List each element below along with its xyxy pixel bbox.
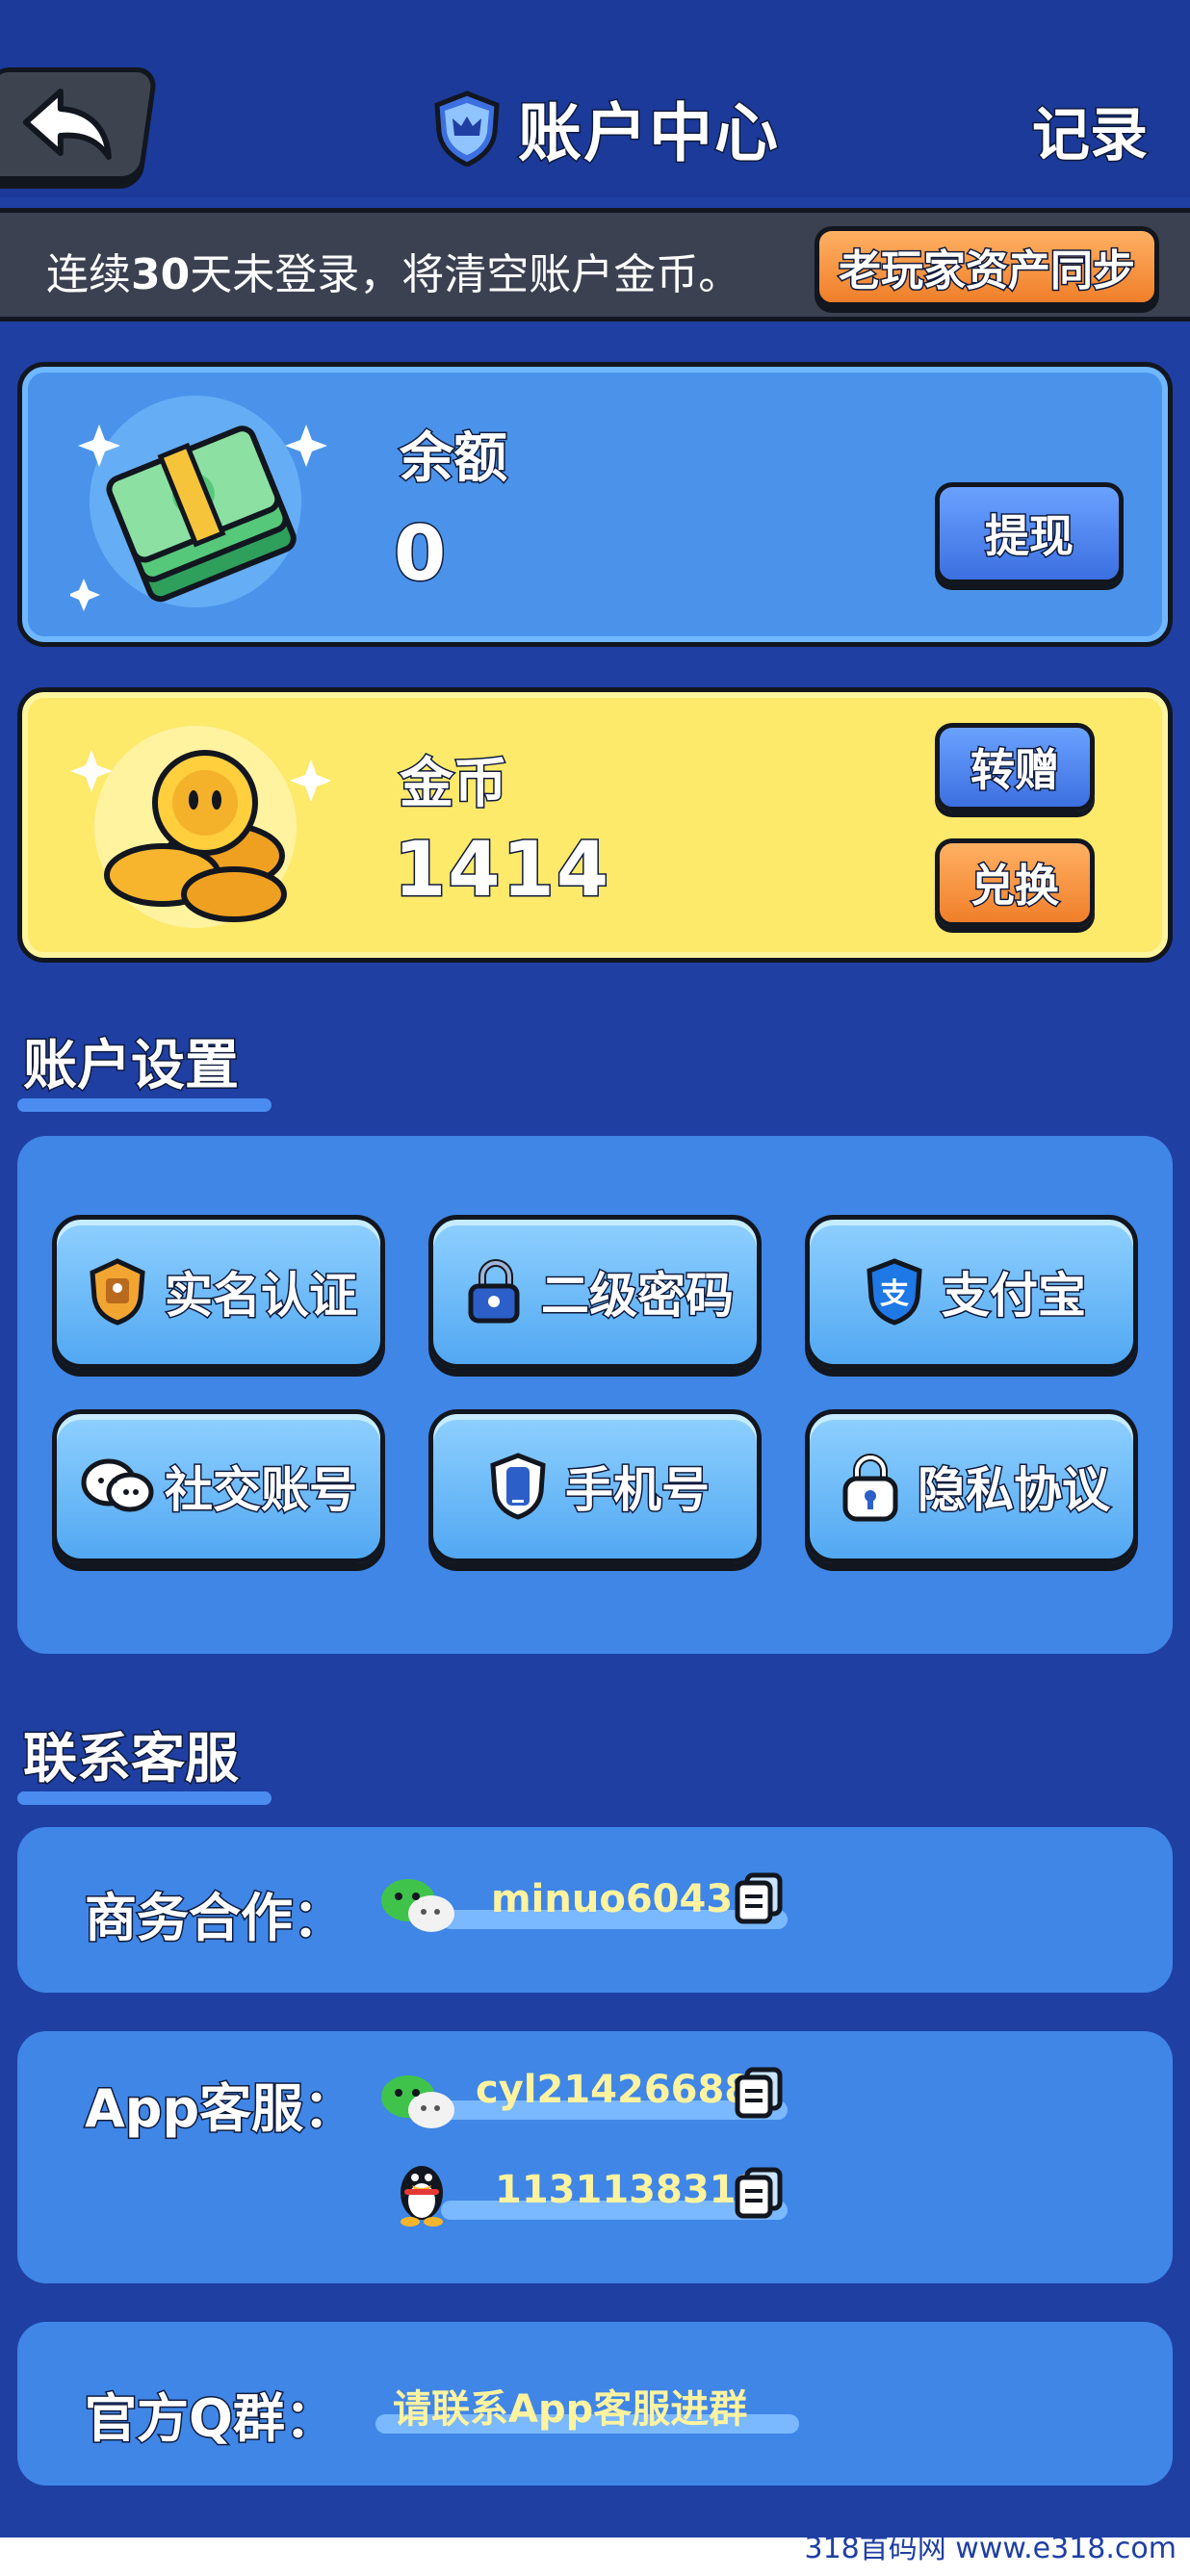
social-account-button[interactable]: 社交账号 <box>52 1409 385 1563</box>
balance-card: 余额 0 提现 <box>17 362 1173 647</box>
record-link[interactable]: 记录 <box>1031 89 1150 172</box>
official-group-label: 官方Q群： <box>84 2387 339 2451</box>
alipay-label: 支付宝 <box>941 1267 1088 1326</box>
alipay-icon: 支 <box>857 1254 932 1329</box>
back-arrow-icon <box>22 89 112 160</box>
copy-icon[interactable] <box>732 2064 788 2120</box>
notice-text: 连续30天未登录，将清空账户金币。 <box>46 240 740 301</box>
privacy-policy-button[interactable]: 隐私协议 <box>805 1409 1138 1563</box>
privacy-lock-icon <box>833 1449 908 1524</box>
app-support-label: App客服： <box>83 2077 356 2141</box>
wechat-icon <box>381 2075 454 2128</box>
notice-suffix: 天未登录，将清空账户金币。 <box>190 250 741 299</box>
notice-prefix: 连续 <box>46 250 131 299</box>
business-wechat-id[interactable]: minuo6043 <box>491 1877 733 1921</box>
business-contact-panel: 商务合作： minuo6043 <box>17 1827 1173 1993</box>
gold-coins-icon <box>70 726 330 928</box>
phone-number-button[interactable]: 手机号 <box>428 1409 762 1563</box>
heading-underline <box>17 1791 272 1805</box>
real-name-auth-label: 实名认证 <box>164 1267 359 1326</box>
balance-value: 0 <box>392 510 449 600</box>
chat-bubbles-icon <box>80 1449 155 1524</box>
back-button[interactable] <box>0 67 159 181</box>
svg-text:支: 支 <box>880 1277 909 1311</box>
title-group: 账户中心 <box>431 85 780 172</box>
coin-label: 金币 <box>399 752 509 817</box>
real-name-auth-button[interactable]: 实名认证 <box>52 1215 385 1369</box>
privacy-policy-label: 隐私协议 <box>917 1461 1112 1520</box>
top-bar: 账户中心 记录 <box>0 0 1190 197</box>
copy-icon[interactable] <box>732 2164 788 2220</box>
exchange-button[interactable]: 兑换 <box>935 838 1095 927</box>
official-group-value: 请联系App客服进群 <box>393 2387 748 2432</box>
wechat-icon <box>381 1879 454 1932</box>
phone-icon <box>480 1449 556 1524</box>
notice-bar: 连续30天未登录，将清空账户金币。 老玩家资产同步 <box>0 208 1190 322</box>
app-support-panel: App客服： cyl21426688 1131138312 <box>17 2031 1173 2283</box>
alipay-button[interactable]: 支 支付宝 <box>805 1215 1138 1369</box>
coin-value: 1414 <box>392 826 611 915</box>
watermark-text: 318首码网 www.e318.com <box>804 2532 1177 2565</box>
cash-stack-icon <box>70 396 327 611</box>
business-label: 商务合作： <box>84 1887 347 1950</box>
support-title: 联系客服 <box>22 1727 241 1792</box>
padlock-icon <box>456 1254 531 1329</box>
page-title: 账户中心 <box>517 95 780 172</box>
settings-panel: 实名认证 二级密码 支 支付宝 社交账号 手机号 隐私协议 <box>17 1136 1173 1654</box>
id-badge-icon <box>80 1254 155 1329</box>
official-group-panel: 官方Q群： 请联系App客服进群 <box>17 2322 1173 2486</box>
app-wechat-id[interactable]: cyl21426688 <box>476 2068 751 2112</box>
secondary-password-label: 二级密码 <box>540 1267 736 1326</box>
withdraw-button[interactable]: 提现 <box>935 482 1124 584</box>
support-heading: 联系客服 <box>17 1715 272 1805</box>
app-qq-number[interactable]: 1131138312 <box>495 2168 763 2212</box>
phone-number-label: 手机号 <box>564 1461 711 1520</box>
coin-card: 金币 1414 转赠 兑换 <box>17 687 1173 963</box>
account-settings-heading: 账户设置 <box>17 1022 272 1112</box>
shield-crown-icon <box>434 90 500 167</box>
transfer-button[interactable]: 转赠 <box>935 723 1095 811</box>
secondary-password-button[interactable]: 二级密码 <box>428 1215 762 1369</box>
account-settings-title: 账户设置 <box>22 1034 241 1099</box>
copy-icon[interactable] <box>732 1869 788 1925</box>
social-account-label: 社交账号 <box>164 1461 359 1520</box>
asset-sync-button[interactable]: 老玩家资产同步 <box>815 226 1159 307</box>
notice-days: 30 <box>131 250 191 299</box>
balance-label: 余额 <box>399 426 509 492</box>
heading-underline <box>17 1098 272 1112</box>
qq-penguin-icon <box>401 2166 443 2227</box>
